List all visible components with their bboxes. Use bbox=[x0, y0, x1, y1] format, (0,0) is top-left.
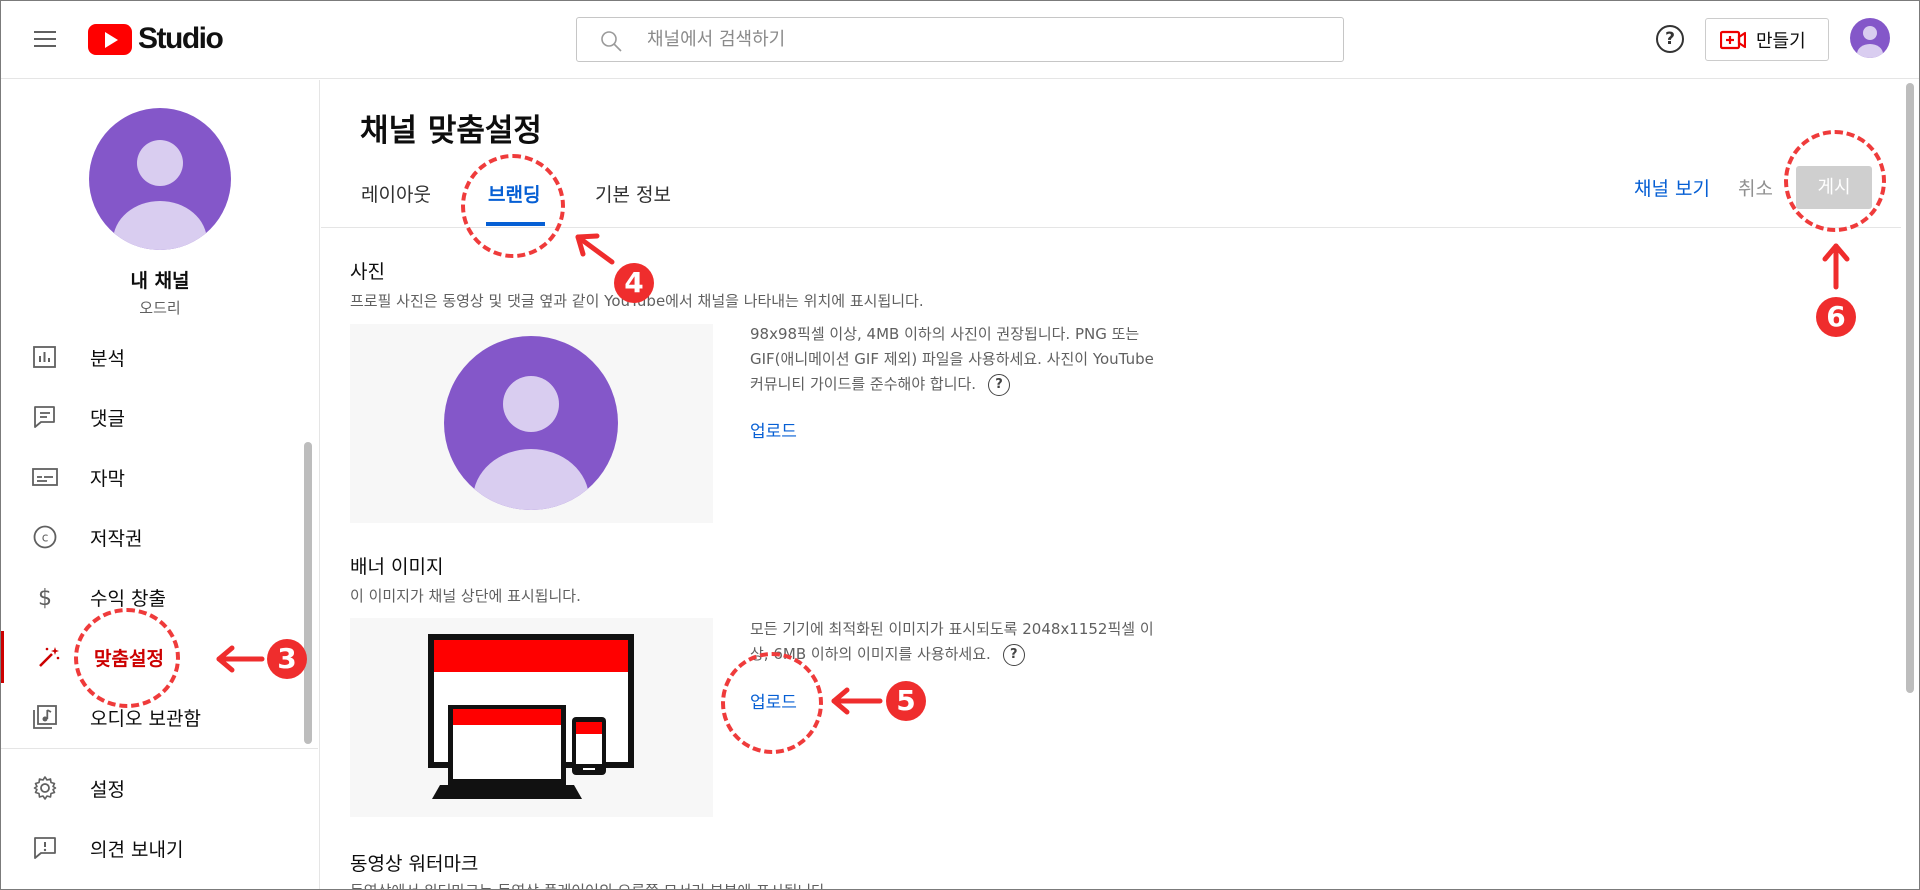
arrow-5-head bbox=[831, 687, 850, 715]
banner-help-icon[interactable]: ? bbox=[1002, 643, 1025, 666]
svg-text:$: $ bbox=[38, 586, 52, 610]
sidebar-item-label: 수익 창출 bbox=[90, 587, 166, 610]
search-input[interactable] bbox=[647, 18, 1307, 61]
device-banner-illustration bbox=[428, 634, 634, 799]
sidebar: 내 채널 오드리 분석 댓글 자막 c 저작권 $ 수익 창출 맞춤설정 오디오… bbox=[0, 80, 320, 890]
annotation-circle-upload bbox=[721, 652, 823, 754]
profile-photo-preview bbox=[350, 324, 713, 523]
photo-upload-button[interactable]: 업로드 bbox=[750, 417, 797, 442]
comments-icon bbox=[34, 406, 55, 428]
subtitles-icon bbox=[32, 468, 58, 486]
sidebar-item-label: 분석 bbox=[90, 347, 125, 370]
create-button-label: 만들기 bbox=[1756, 30, 1806, 52]
annotation-circle-publish bbox=[1784, 130, 1886, 232]
create-button[interactable]: 만들기 bbox=[1705, 18, 1829, 61]
sidebar-item-label: 댓글 bbox=[90, 407, 125, 430]
youtube-play-icon bbox=[88, 23, 132, 55]
banner-preview bbox=[350, 618, 713, 817]
sidebar-divider bbox=[0, 748, 318, 749]
sidebar-scrollbar[interactable] bbox=[304, 442, 312, 744]
watermark-section-description: 동영상에서 워터마크는 동영상 플레이어의 오른쪽 모서리 부분에 표시됩니다. bbox=[350, 880, 830, 890]
arrow-4-head bbox=[575, 233, 600, 257]
annotation-circle-branding bbox=[461, 154, 565, 258]
view-channel-button[interactable]: 채널 보기 bbox=[1634, 174, 1710, 201]
sidebar-item-label: 오디오 보관함 bbox=[90, 707, 201, 730]
sidebar-item-subtitles[interactable]: 자막 bbox=[0, 451, 318, 503]
channel-subtitle: 오드리 bbox=[139, 299, 181, 317]
step-badge-6: 6 bbox=[1816, 297, 1856, 337]
photo-info-copy: 98x98픽셀 이상, 4MB 이하의 사진이 권장됩니다. PNG 또는 GI… bbox=[750, 325, 1154, 393]
sidebar-item-copyright[interactable]: c 저작권 bbox=[0, 511, 318, 563]
sidebar-item-comments[interactable]: 댓글 bbox=[0, 391, 318, 443]
tab-layout[interactable]: 레이아웃 bbox=[361, 180, 431, 207]
sidebar-item-settings[interactable]: 설정 bbox=[0, 762, 318, 814]
photo-section-title: 사진 bbox=[350, 261, 385, 283]
sidebar-item-label: 저작권 bbox=[90, 527, 143, 550]
gear-icon bbox=[33, 776, 57, 800]
monetization-icon: $ bbox=[38, 586, 52, 610]
step-badge-4: 4 bbox=[614, 263, 654, 303]
feedback-icon bbox=[34, 837, 56, 859]
search-bar[interactable] bbox=[576, 17, 1344, 62]
copyright-icon: c bbox=[33, 525, 57, 549]
banner-info-copy: 모든 기기에 최적화된 이미지가 표시되도록 2048x1152픽셀 이상, 6… bbox=[750, 620, 1154, 663]
tab-basic-info[interactable]: 기본 정보 bbox=[595, 180, 671, 207]
channel-title: 내 채널 bbox=[130, 270, 190, 292]
main-scrollbar[interactable] bbox=[1906, 83, 1914, 693]
arrow-4 bbox=[575, 234, 615, 265]
banner-info-text: 모든 기기에 최적화된 이미지가 표시되도록 2048x1152픽셀 이상, 6… bbox=[750, 617, 1170, 667]
banner-section-description: 이 이미지가 채널 상단에 표시됩니다. bbox=[350, 587, 581, 605]
avatar-person-icon bbox=[1857, 26, 1883, 58]
sidebar-item-label: 자막 bbox=[90, 467, 125, 490]
create-video-icon bbox=[1720, 30, 1746, 49]
sidebar-item-audio-library[interactable]: 오디오 보관함 bbox=[0, 691, 318, 743]
youtube-studio-logo[interactable]: Studio bbox=[88, 22, 224, 56]
account-avatar[interactable] bbox=[1850, 18, 1890, 58]
sidebar-item-label: 의견 보내기 bbox=[90, 838, 184, 861]
customization-icon bbox=[39, 647, 60, 667]
logo-text: Studio bbox=[138, 22, 224, 55]
annotation-circle-customization bbox=[74, 608, 180, 708]
svg-text:c: c bbox=[42, 531, 49, 545]
photo-info-text: 98x98픽셀 이상, 4MB 이하의 사진이 권장됩니다. PNG 또는 GI… bbox=[750, 322, 1170, 397]
channel-avatar[interactable] bbox=[89, 108, 231, 250]
cancel-button[interactable]: 취소 bbox=[1738, 174, 1773, 201]
sidebar-item-feedback[interactable]: 의견 보내기 bbox=[0, 822, 318, 874]
menu-icon[interactable] bbox=[28, 26, 62, 52]
step-badge-3: 3 bbox=[267, 639, 307, 679]
profile-photo-avatar bbox=[444, 336, 618, 510]
banner-section-title: 배너 이미지 bbox=[350, 556, 444, 578]
audio-library-icon bbox=[33, 705, 57, 729]
top-header: Studio ? 만들기 bbox=[0, 0, 1920, 79]
search-icon bbox=[601, 31, 622, 52]
step-badge-5: 5 bbox=[886, 681, 926, 721]
arrow-6-head bbox=[1822, 243, 1850, 262]
channel-avatar-person-icon bbox=[113, 140, 207, 250]
sidebar-item-label: 설정 bbox=[90, 778, 125, 801]
analytics-icon bbox=[33, 346, 56, 368]
watermark-section-title: 동영상 워터마크 bbox=[350, 853, 479, 875]
page-title: 채널 맞춤설정 bbox=[360, 113, 542, 149]
photo-help-icon[interactable]: ? bbox=[988, 373, 1011, 396]
sidebar-item-analytics[interactable]: 분석 bbox=[0, 331, 318, 383]
sidebar-item-monetization[interactable]: $ 수익 창출 bbox=[0, 571, 318, 623]
help-icon[interactable]: ? bbox=[1656, 25, 1684, 53]
